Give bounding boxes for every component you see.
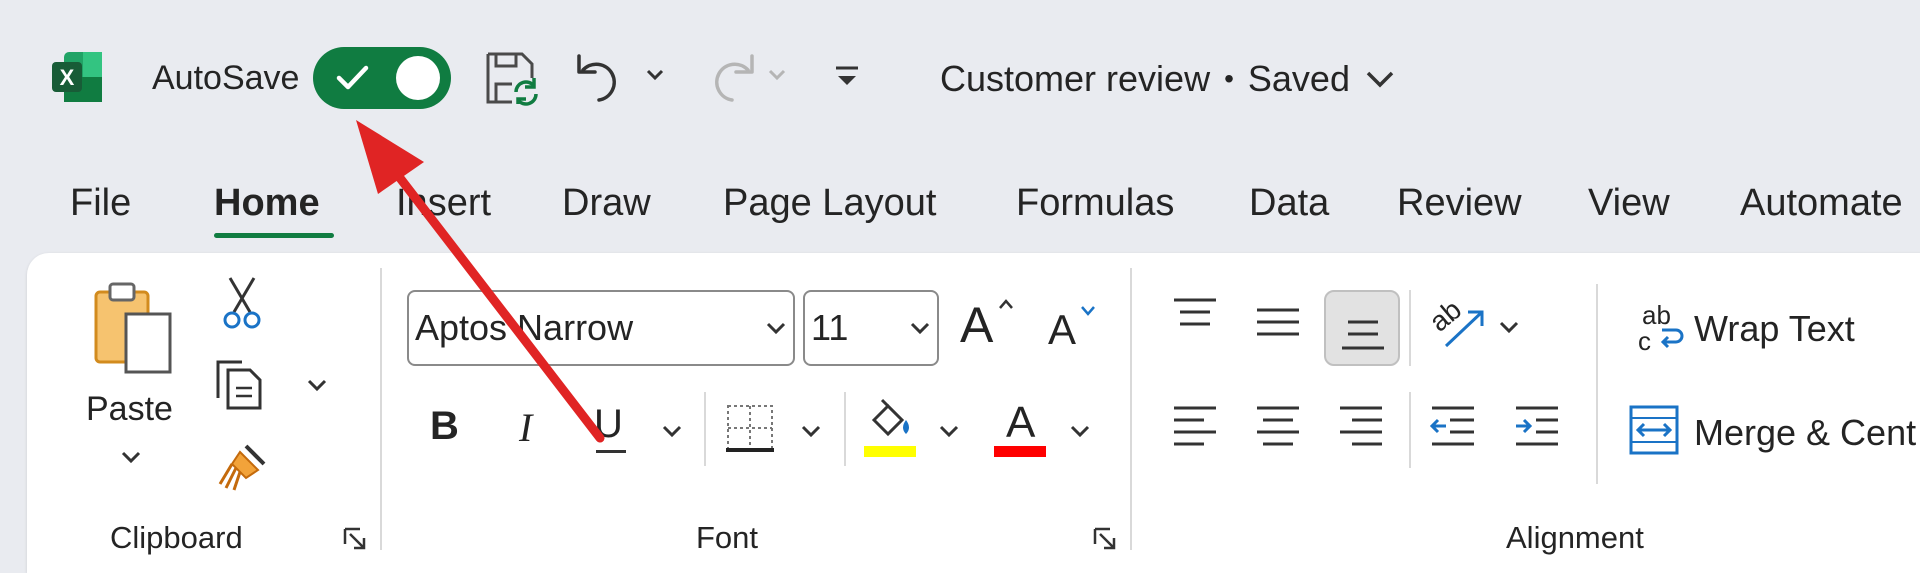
merge-center-button[interactable]: Merge & Cent <box>1628 404 1920 460</box>
underline-dropdown-icon[interactable] <box>661 424 683 443</box>
increase-indent-icon[interactable] <box>1512 404 1562 455</box>
save-status: Saved <box>1247 58 1350 99</box>
group-separator <box>1130 268 1132 550</box>
fill-color-swatch <box>864 446 916 457</box>
borders-dropdown-icon[interactable] <box>800 424 822 443</box>
caret-up-icon <box>999 299 1013 309</box>
document-title: Customer review <box>940 58 1211 99</box>
grow-glyph: A <box>960 297 994 353</box>
tab-home[interactable]: Home <box>214 182 320 225</box>
tab-insert[interactable]: Insert <box>396 182 491 225</box>
tab-draw[interactable]: Draw <box>562 182 651 225</box>
underline-button[interactable]: U <box>594 402 630 456</box>
wrap-text-button[interactable]: ab c Wrap Text <box>1634 298 1920 360</box>
font-group-label: Font <box>696 520 759 555</box>
font-color-swatch <box>994 446 1046 457</box>
paint-bucket-icon <box>871 398 909 437</box>
paste-label: Paste <box>86 390 173 428</box>
orientation-dropdown-icon[interactable] <box>1498 320 1520 339</box>
tab-formulas[interactable]: Formulas <box>1016 182 1174 225</box>
autosave-label: AutoSave <box>152 59 300 97</box>
align-left-icon[interactable] <box>1170 404 1220 455</box>
increase-font-size-button[interactable]: A <box>960 292 1016 354</box>
format-painter-icon[interactable] <box>216 440 270 497</box>
font-separator <box>704 392 706 466</box>
group-separator <box>380 268 382 550</box>
middle-align-icon[interactable] <box>1253 306 1303 351</box>
align-center-icon[interactable] <box>1253 404 1303 455</box>
tab-file[interactable]: File <box>70 182 131 225</box>
bottom-align-button[interactable] <box>1324 290 1400 366</box>
decrease-indent-icon[interactable] <box>1428 404 1478 455</box>
document-title-button[interactable]: Customer review • Saved <box>940 58 1396 100</box>
title-separator: • <box>1224 63 1234 94</box>
diagonal-arrow-icon <box>1444 310 1484 348</box>
customize-toolbar-icon[interactable] <box>832 64 862 97</box>
active-tab-underline <box>214 233 334 238</box>
bold-button[interactable]: B <box>430 404 459 449</box>
clipboard-dialog-launcher-icon[interactable] <box>342 526 368 557</box>
tab-view[interactable]: View <box>1588 182 1670 225</box>
excel-logo-icon[interactable]: X <box>50 50 104 104</box>
bottom-align-icon <box>1342 320 1384 350</box>
font-name-value: Aptos Narrow <box>415 307 634 348</box>
redo-icon[interactable] <box>700 50 756 106</box>
orientation-button[interactable]: ab <box>1423 294 1488 354</box>
autosave-toggle[interactable] <box>313 47 451 109</box>
font-name-combo[interactable]: Aptos Narrow <box>407 290 795 366</box>
chevron-down-icon <box>910 322 930 335</box>
caret-down-icon <box>1081 306 1095 316</box>
underline-glyph: U <box>594 402 623 446</box>
font-size-combo[interactable]: 11 <box>803 290 939 366</box>
wrap-glyph-bottom: c <box>1638 326 1651 356</box>
alignment-separator <box>1596 284 1598 484</box>
alignment-separator <box>1409 290 1411 366</box>
merge-center-label: Merge & Cent <box>1694 412 1917 453</box>
copy-icon[interactable] <box>214 358 270 415</box>
font-separator <box>844 392 846 466</box>
font-dialog-launcher-icon[interactable] <box>1092 526 1118 557</box>
font-size-value: 11 <box>811 307 849 348</box>
paste-icon <box>94 282 172 374</box>
font-color-button[interactable]: A <box>994 398 1050 458</box>
redo-dropdown-icon[interactable] <box>767 68 787 87</box>
shrink-glyph: A <box>1048 306 1077 353</box>
tab-data[interactable]: Data <box>1249 182 1329 225</box>
top-align-icon[interactable] <box>1170 296 1220 341</box>
font-color-glyph: A <box>1006 398 1036 447</box>
borders-icon[interactable] <box>724 402 776 459</box>
align-right-icon[interactable] <box>1336 404 1386 455</box>
fill-color-dropdown-icon[interactable] <box>938 424 960 443</box>
tab-page-layout[interactable]: Page Layout <box>723 182 936 225</box>
wrap-text-label: Wrap Text <box>1694 308 1855 349</box>
tab-review[interactable]: Review <box>1397 182 1522 225</box>
checkmark-icon <box>336 65 369 90</box>
toggle-knob <box>396 56 440 100</box>
underline-bar <box>596 450 626 453</box>
italic-button[interactable]: I <box>519 404 532 451</box>
scissors-icon[interactable] <box>222 274 262 335</box>
wrap-text-icon: ab c <box>1638 300 1686 356</box>
decrease-font-size-button[interactable]: A <box>1048 300 1104 356</box>
alignment-separator <box>1409 392 1411 468</box>
paste-dropdown-icon <box>121 451 141 464</box>
font-color-dropdown-icon[interactable] <box>1069 424 1091 443</box>
undo-dropdown-icon[interactable] <box>645 68 665 87</box>
alignment-group-label: Alignment <box>1506 520 1644 555</box>
undo-icon[interactable] <box>575 50 631 106</box>
chevron-down-icon <box>766 322 786 335</box>
copy-dropdown-icon[interactable] <box>306 378 328 397</box>
svg-text:X: X <box>60 65 75 90</box>
clipboard-group-label: Clipboard <box>110 520 243 555</box>
save-sync-icon[interactable] <box>484 50 540 106</box>
merge-cells-icon <box>1629 405 1679 455</box>
paste-button[interactable]: Paste <box>82 278 184 478</box>
tab-automate[interactable]: Automate <box>1740 182 1903 225</box>
fill-color-button[interactable] <box>862 398 918 458</box>
chevron-down-icon <box>1366 71 1394 88</box>
